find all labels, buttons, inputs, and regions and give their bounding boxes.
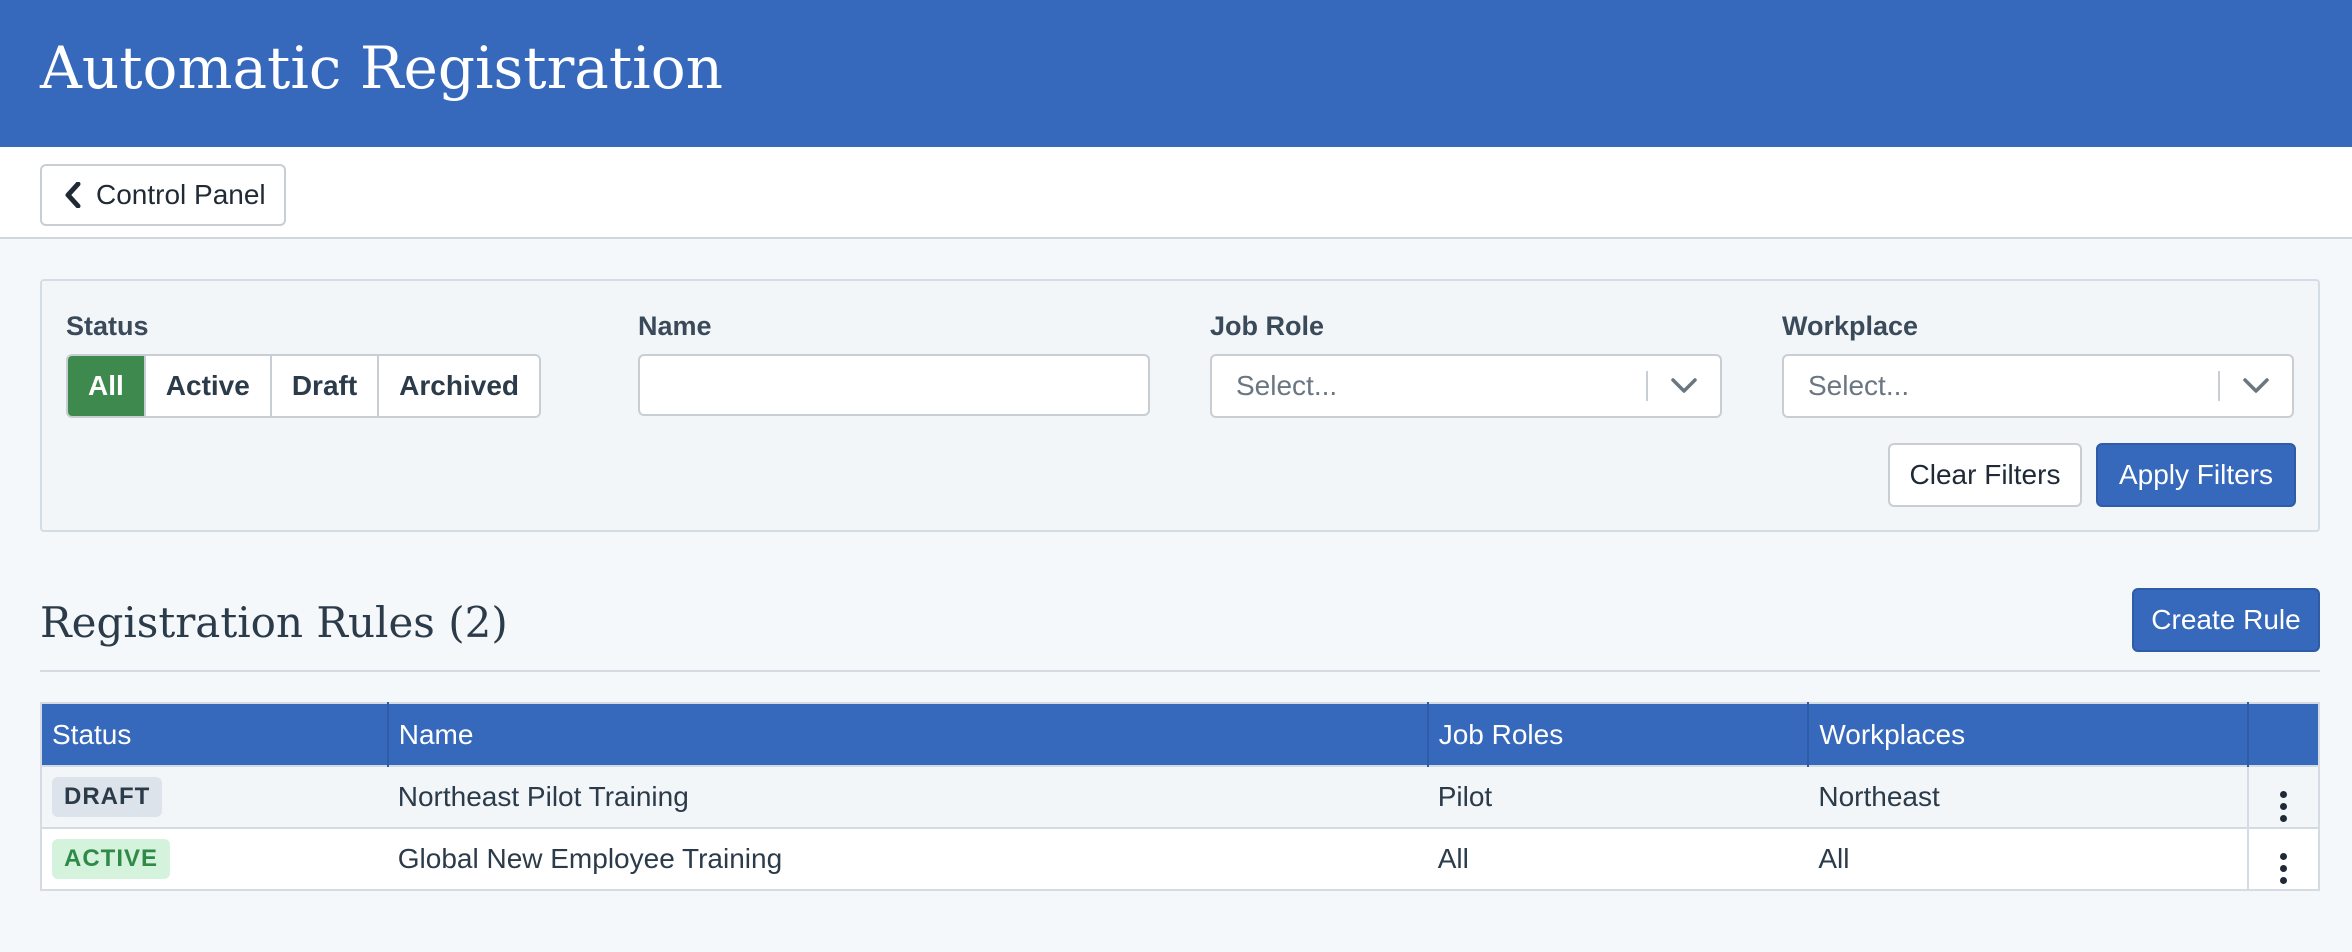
clear-filters-button[interactable]: Clear Filters (1888, 443, 2082, 507)
back-button-label: Control Panel (96, 179, 266, 210)
status-option-all[interactable]: All (68, 356, 146, 416)
workplaces-cell: Northeast (1808, 765, 2249, 828)
chevron-down-icon (1648, 378, 1720, 394)
section-divider (40, 670, 2320, 672)
status-badge: ACTIVE (52, 839, 171, 879)
name-filter-input[interactable] (638, 354, 1150, 416)
status-cell: ACTIVE (41, 827, 388, 890)
back-to-control-panel-button[interactable]: Control Panel (40, 164, 286, 226)
column-header-workplaces[interactable]: Workplaces (1808, 703, 2250, 766)
apply-filters-button[interactable]: Apply Filters (2096, 443, 2296, 507)
page-title: Automatic Registration (40, 34, 724, 102)
row-actions-cell (2247, 827, 2319, 890)
rule-name-cell[interactable]: Global New Employee Training (387, 827, 1428, 890)
status-badge: DRAFT (52, 777, 163, 817)
more-options-icon[interactable] (2280, 790, 2288, 822)
column-header-status[interactable]: Status (41, 703, 389, 766)
app-header: Automatic Registration (0, 0, 2352, 147)
status-filter-label: Status (66, 311, 149, 341)
status-option-archived[interactable]: Archived (379, 356, 539, 416)
filter-panel: Status All Active Draft Archived Name Jo… (40, 279, 2320, 532)
column-header-actions (2248, 703, 2319, 766)
status-segmented-control: All Active Draft Archived (66, 354, 541, 418)
more-options-icon[interactable] (2280, 852, 2288, 884)
column-header-job-roles[interactable]: Job Roles (1427, 703, 1810, 766)
table-row[interactable]: ACTIVE Global New Employee Training All … (41, 827, 2319, 890)
job-roles-cell: All (1427, 827, 1809, 890)
registration-rules-heading: Registration Rules (2) (40, 598, 508, 647)
status-option-active[interactable]: Active (145, 356, 272, 416)
name-filter-label: Name (638, 311, 712, 341)
table-header-row: Status Name Job Roles Workplaces (41, 703, 2319, 766)
create-rule-button[interactable]: Create Rule (2132, 588, 2320, 652)
workplaces-cell: All (1808, 827, 2249, 890)
job-role-select[interactable]: Select... (1210, 354, 1722, 418)
table-row[interactable]: DRAFT Northeast Pilot Training Pilot Nor… (41, 765, 2319, 828)
rule-name-cell[interactable]: Northeast Pilot Training (387, 765, 1428, 828)
column-header-name[interactable]: Name (387, 703, 1429, 766)
workplace-select-placeholder: Select... (1808, 370, 1910, 401)
job-roles-cell: Pilot (1427, 765, 1809, 828)
workplace-select[interactable]: Select... (1782, 354, 2294, 418)
row-actions-cell (2247, 765, 2319, 828)
job-role-filter-label: Job Role (1210, 311, 1325, 341)
chevron-left-icon (65, 182, 81, 208)
chevron-down-icon (2220, 378, 2292, 394)
status-option-draft[interactable]: Draft (271, 356, 380, 416)
workplace-filter-label: Workplace (1782, 311, 1919, 341)
registration-rules-table: Status Name Job Roles Workplaces DRAFT N… (40, 702, 2320, 891)
job-role-select-placeholder: Select... (1236, 370, 1338, 401)
status-cell: DRAFT (41, 765, 388, 828)
top-bar: Control Panel (0, 147, 2352, 239)
